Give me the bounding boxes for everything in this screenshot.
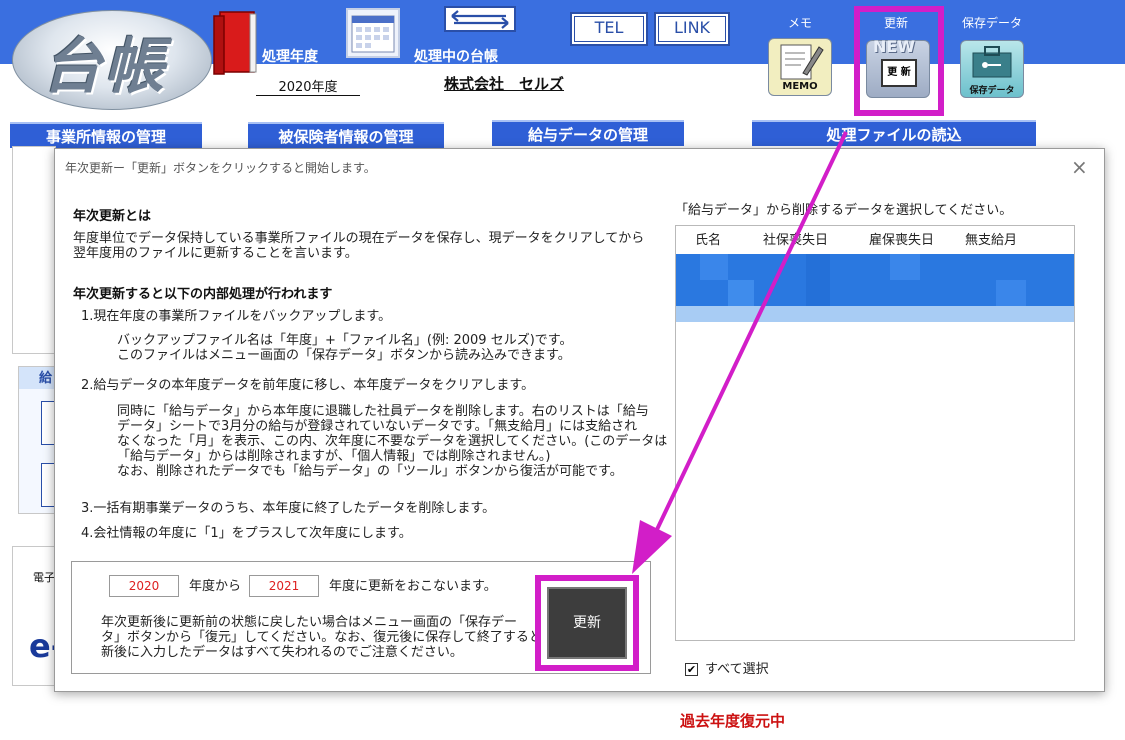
dialog-title: 年次更新ー「更新」ボタンをクリックすると開始します。	[65, 161, 376, 175]
bg-egov-label: 電子	[33, 571, 55, 584]
step2-text: 2.給与データの本年度データを前年度に移し、本年度データをクリアします。	[81, 378, 535, 393]
memo-icon-text: MEMO	[782, 81, 818, 92]
memo-icon[interactable]: MEMO	[768, 38, 832, 96]
step3-text: 3.一括有期事業データのうち、本年度に終了したデータを削除します。	[81, 501, 496, 516]
step2-detail-1: 同時に「給与データ」から本年度に退職した社員データを削除します。右のリストは「給…	[117, 404, 649, 419]
tab-insured-info[interactable]: 被保険者情報の管理	[248, 122, 444, 148]
bg-panel-office	[12, 146, 56, 354]
calendar-icon[interactable]	[346, 8, 400, 58]
step2-detail-2: データ」シートで3月分の給与が登録されていないデータです。「無支給月」には支給さ…	[117, 419, 638, 434]
saved-data-icon-text: 保存データ	[969, 86, 1015, 96]
note-line-2: タ」ボタンから「復元」してください。なお、復元後に保存して終了すると、更	[101, 630, 568, 645]
app-logo: 台帳	[42, 32, 166, 102]
deletion-list[interactable]	[675, 225, 1075, 641]
to-year-input[interactable]: 2021	[249, 575, 319, 597]
annual-update-dialog: 年次更新ー「更新」ボタンをクリックすると開始します。 × 年次更新とは 年度単位…	[54, 148, 1105, 692]
section1-title: 年次更新とは	[73, 209, 152, 224]
pixel-block	[700, 254, 728, 280]
section2-title: 年次更新すると以下の内部処理が行われます	[73, 287, 333, 302]
select-all-checkbox[interactable]: ✔	[685, 663, 698, 676]
link-button[interactable]: LINK	[654, 12, 730, 46]
bg-panel-salary-title: 給	[19, 367, 59, 389]
current-ledger-label: 処理中の台帳	[414, 49, 498, 65]
col-name: 氏名	[695, 233, 722, 248]
status-text: 過去年度復元中	[680, 712, 786, 730]
section1-line-1: 年度単位でデータ保持している事業所ファイルの現在データを保存し、現データをクリア…	[73, 231, 645, 246]
faded-row[interactable]	[676, 306, 1074, 322]
tab-office-info[interactable]: 事業所情報の管理	[10, 122, 202, 148]
saved-data-label: 保存データ	[961, 16, 1022, 30]
fiscal-year-label: 処理年度	[262, 49, 318, 65]
section1-line-2: 翌年度用のファイルに更新することを言います。	[73, 246, 358, 261]
tel-button[interactable]: TEL	[570, 12, 648, 46]
col-social-loss-date: 社保喪失日	[763, 233, 829, 248]
update-icon[interactable]: NEW 更 新	[866, 37, 930, 98]
selected-rows[interactable]	[676, 254, 1074, 306]
company-name: 株式会社 セルズ	[444, 75, 565, 93]
close-icon[interactable]: ×	[1071, 155, 1088, 179]
memo-label: メモ	[787, 16, 812, 30]
swap-arrows-icon[interactable]	[444, 6, 516, 32]
new-badge: NEW	[873, 37, 915, 56]
col-unpaid-months: 無支給月	[965, 233, 1018, 248]
note-line-3: 新後に入力したデータはすべて失われるのでご注意ください。	[101, 645, 463, 660]
step1-detail-1: バックアップファイル名は「年度」+「ファイル名」(例: 2009 セルズ)です。	[117, 333, 573, 348]
step1-text: 1.現在年度の事業所ファイルをバックアップします。	[81, 309, 392, 324]
bg-panel-salary: 給	[18, 366, 59, 514]
to-year-label: 年度に更新をおこないます。	[329, 579, 497, 594]
step4-text: 4.会社情報の年度に「1」をプラスして次年度にします。	[81, 526, 412, 541]
tab-load-file[interactable]: 処理ファイルの読込	[752, 120, 1036, 146]
pixel-block	[890, 254, 920, 280]
bg-panel-egov: 電子 e-	[12, 546, 64, 686]
note-line-1: 年次更新後に更新前の状態に戻したい場合はメニュー画面の「保存デー	[101, 615, 518, 630]
fiscal-year-value: 2020年度	[256, 76, 360, 96]
update-button[interactable]: 更新	[547, 587, 627, 659]
briefcase-icon[interactable]: 保存データ	[960, 40, 1024, 98]
step1-detail-2: このファイルはメニュー画面の「保存データ」ボタンから読み込みできます。	[117, 348, 571, 363]
from-year-input[interactable]: 2020	[109, 575, 179, 597]
col-employment-loss-date: 雇保喪失日	[869, 233, 935, 248]
step2-detail-4: 「給与データ」からは削除されますが、「個人情報」では削除されません。)	[117, 449, 551, 464]
ledger-book-icon	[213, 11, 257, 75]
update-icon-text: 更 新	[881, 59, 917, 87]
from-year-label: 年度から	[189, 579, 242, 594]
pixel-block	[996, 280, 1026, 306]
step2-detail-5: なお、削除されたデータでも「給与データ」の「ツール」ボタンから復活が可能です。	[117, 464, 623, 479]
pixel-block	[728, 280, 754, 306]
tab-salary-data[interactable]: 給与データの管理	[492, 120, 684, 146]
step2-detail-3: なくなった「月」を表示、この内、次年度に不要なデータを選択してください。(このデ…	[117, 434, 668, 449]
select-all-label: すべて選択	[705, 662, 769, 677]
list-instruction: 「給与データ」から削除するデータを選択してください。	[675, 203, 1013, 218]
pixel-block	[806, 254, 830, 306]
